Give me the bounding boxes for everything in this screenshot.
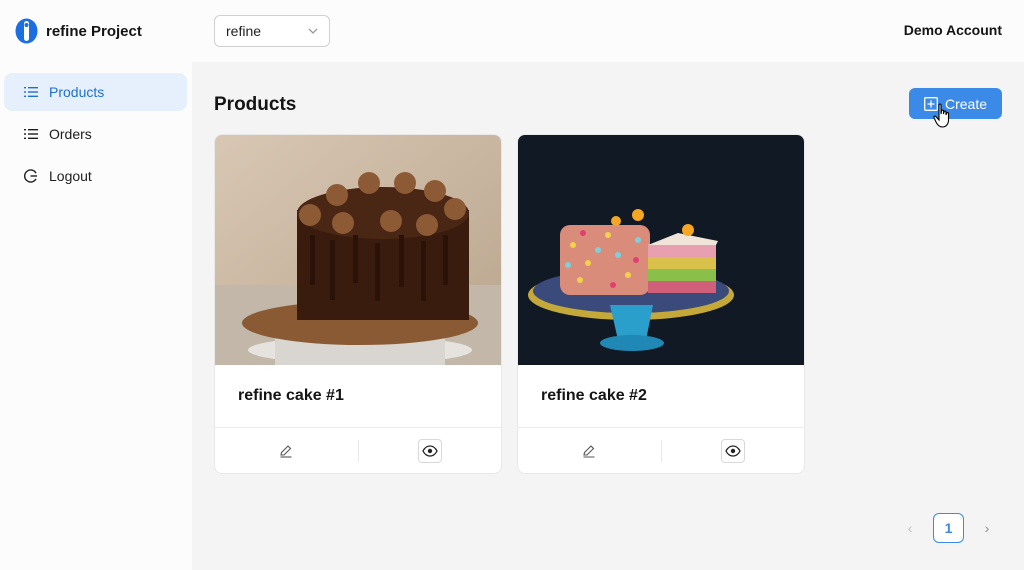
chocolate-cake-image xyxy=(215,135,501,365)
card-actions xyxy=(215,427,501,473)
pagination-next-button[interactable]: › xyxy=(979,513,995,543)
list-icon xyxy=(24,129,38,139)
project-select[interactable]: refine xyxy=(214,15,330,47)
sidebar-item-logout[interactable]: Logout xyxy=(4,157,187,195)
logo[interactable]: refine Project xyxy=(15,18,142,44)
account-name[interactable]: Demo Account xyxy=(904,22,1002,38)
sidebar-item-products[interactable]: Products xyxy=(4,73,187,111)
product-name: refine cake #2 xyxy=(541,387,647,404)
app-header: refine Project refine Demo Account xyxy=(0,0,1024,62)
view-button[interactable] xyxy=(418,439,442,463)
chevron-down-icon xyxy=(308,28,318,34)
logout-icon xyxy=(24,169,37,183)
edit-icon[interactable] xyxy=(581,443,597,459)
page-title: Products xyxy=(214,94,297,115)
create-button[interactable]: Create xyxy=(909,88,1002,119)
list-icon xyxy=(24,87,38,97)
main-content: Products Create refine cake #1 refine ca… xyxy=(192,62,1024,570)
sidebar-item-label: Logout xyxy=(49,168,92,184)
card-actions xyxy=(518,427,804,473)
sidebar: Products Orders Logout xyxy=(0,62,192,570)
edit-icon[interactable] xyxy=(278,443,294,459)
sprinkle-cake-image xyxy=(518,135,804,365)
app-title: refine Project xyxy=(46,22,142,40)
divider xyxy=(661,440,662,462)
eye-icon xyxy=(422,445,438,457)
project-select-value: refine xyxy=(226,23,262,39)
product-card[interactable]: refine cake #1 xyxy=(214,134,502,474)
product-name: refine cake #1 xyxy=(238,387,344,404)
pagination-page-1[interactable]: 1 xyxy=(933,513,964,543)
view-button[interactable] xyxy=(721,439,745,463)
hand-cursor-icon xyxy=(933,103,950,128)
product-card[interactable]: refine cake #2 xyxy=(517,134,805,474)
sidebar-item-label: Products xyxy=(49,84,105,100)
sidebar-item-label: Orders xyxy=(49,126,92,142)
sidebar-item-orders[interactable]: Orders xyxy=(4,115,187,153)
divider xyxy=(358,440,359,462)
eye-icon xyxy=(725,445,741,457)
pagination-prev-button[interactable]: ‹ xyxy=(902,513,918,543)
refine-logo-icon xyxy=(15,18,38,44)
